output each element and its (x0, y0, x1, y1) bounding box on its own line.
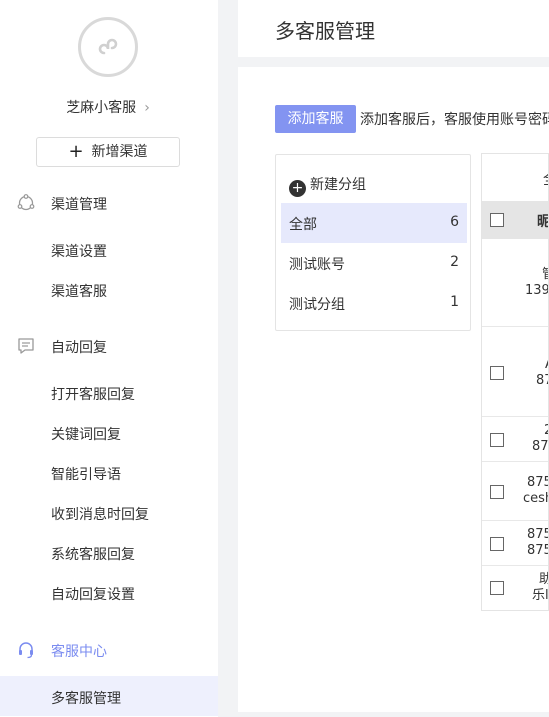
headset-icon (19, 642, 33, 659)
cell-name: 2 (544, 423, 548, 439)
table-row: 助 乐l (482, 566, 549, 610)
cell-name: 管 (542, 267, 548, 283)
select-all-checkbox[interactable] (490, 213, 504, 227)
plus-icon: + (68, 141, 84, 162)
cell-account: 875 (532, 439, 549, 454)
group-count: 2 (450, 254, 459, 270)
table-row: 管 139 (482, 239, 549, 327)
group-label: 测试账号 (289, 257, 345, 273)
section-label: 渠道管理 (51, 197, 107, 213)
group-item-all[interactable]: 全部 6 (281, 203, 467, 243)
sidebar-item-system-reply[interactable]: 系统客服回复 (51, 544, 135, 564)
group-item-test-group[interactable]: 测试分组 1 (281, 283, 467, 323)
table-row: 875 cesh (482, 462, 548, 521)
table-header: 昵 (482, 201, 548, 239)
service-table: 全 昵 管 139 A 87 2 875 875 cesh 875 875 (481, 153, 549, 611)
section-auto-reply[interactable]: 自动回复 (0, 334, 218, 358)
channel-icon (17, 194, 35, 211)
row-checkbox[interactable] (490, 537, 504, 551)
sidebar-item-channel-settings[interactable]: 渠道设置 (51, 241, 107, 261)
sidebar-item-open-reply[interactable]: 打开客服回复 (51, 384, 135, 404)
page-title: 多客服管理 (275, 19, 375, 43)
section-service-center[interactable]: 客服中心 (0, 638, 218, 662)
section-channel-management[interactable]: 渠道管理 (0, 191, 218, 215)
group-count: 6 (450, 214, 459, 230)
row-checkbox[interactable] (490, 366, 504, 380)
cell-name: 875 (527, 527, 548, 542)
sidebar-item-auto-reply-settings[interactable]: 自动回复设置 (51, 584, 135, 604)
row-checkbox[interactable] (490, 433, 504, 447)
cell-account: 875 (527, 543, 548, 558)
sidebar-item-smart-guide[interactable]: 智能引导语 (51, 464, 121, 484)
shop-logo (78, 17, 138, 77)
group-item-test-account[interactable]: 测试账号 2 (281, 243, 467, 283)
group-label: 测试分组 (289, 297, 345, 313)
section-label: 自动回复 (51, 340, 107, 356)
cell-account: 87 (536, 373, 548, 388)
message-icon (18, 338, 34, 354)
column-header-nickname: 昵 (537, 211, 548, 231)
cell-account: 139 (525, 283, 549, 298)
plus-circle-icon: + (289, 180, 306, 197)
main-content: 添加客服 添加客服后，客服使用账号密码 + 新建分组 全部 6 测试账号 2 测试… (238, 67, 549, 712)
table-row: 2 875 (482, 417, 549, 462)
add-service-button[interactable]: 添加客服 (275, 105, 356, 133)
table-row: 875 875 (482, 521, 548, 566)
tab-all[interactable]: 全 (543, 169, 548, 189)
cell-name: 875 (527, 475, 548, 490)
group-panel: + 新建分组 全部 6 测试账号 2 测试分组 1 (275, 154, 471, 331)
page-header: 多客服管理 (238, 0, 549, 57)
sidebar-item-channel-service[interactable]: 渠道客服 (51, 281, 107, 301)
table-tab-bar: 全 (482, 154, 548, 201)
sidebar-item-keyword-reply[interactable]: 关键词回复 (51, 424, 121, 444)
sidebar-item-on-message-reply[interactable]: 收到消息时回复 (51, 504, 149, 524)
row-checkbox[interactable] (490, 581, 504, 595)
mini-program-icon (98, 38, 118, 55)
shop-name: 芝麻小客服 (66, 100, 137, 116)
cell-account: 乐l (532, 588, 549, 603)
group-count: 1 (450, 294, 459, 310)
cell-name: 助 (539, 572, 548, 588)
add-channel-button[interactable]: + 新增渠道 (36, 137, 180, 167)
group-label: 全部 (289, 217, 317, 233)
shop-switcher[interactable]: 芝麻小客服 › (0, 97, 216, 117)
new-group-button[interactable]: + 新建分组 (289, 174, 366, 197)
table-row: A 87 (482, 327, 548, 417)
section-label: 客服中心 (51, 644, 107, 660)
new-group-label: 新建分组 (310, 177, 366, 193)
sidebar-item-multi-service[interactable]: 多客服管理 (51, 688, 121, 708)
row-checkbox[interactable] (490, 485, 504, 499)
sidebar: 芝麻小客服 › + 新增渠道 渠道管理 渠道设置 渠道客服 自动回复 打开客服回复 … (0, 0, 218, 717)
hint-text: 添加客服后，客服使用账号密码 (360, 112, 549, 128)
cell-name: A (545, 357, 548, 373)
chevron-right-icon: › (144, 100, 150, 116)
cell-account: cesh (523, 491, 548, 506)
add-channel-label: 新增渠道 (91, 144, 148, 160)
